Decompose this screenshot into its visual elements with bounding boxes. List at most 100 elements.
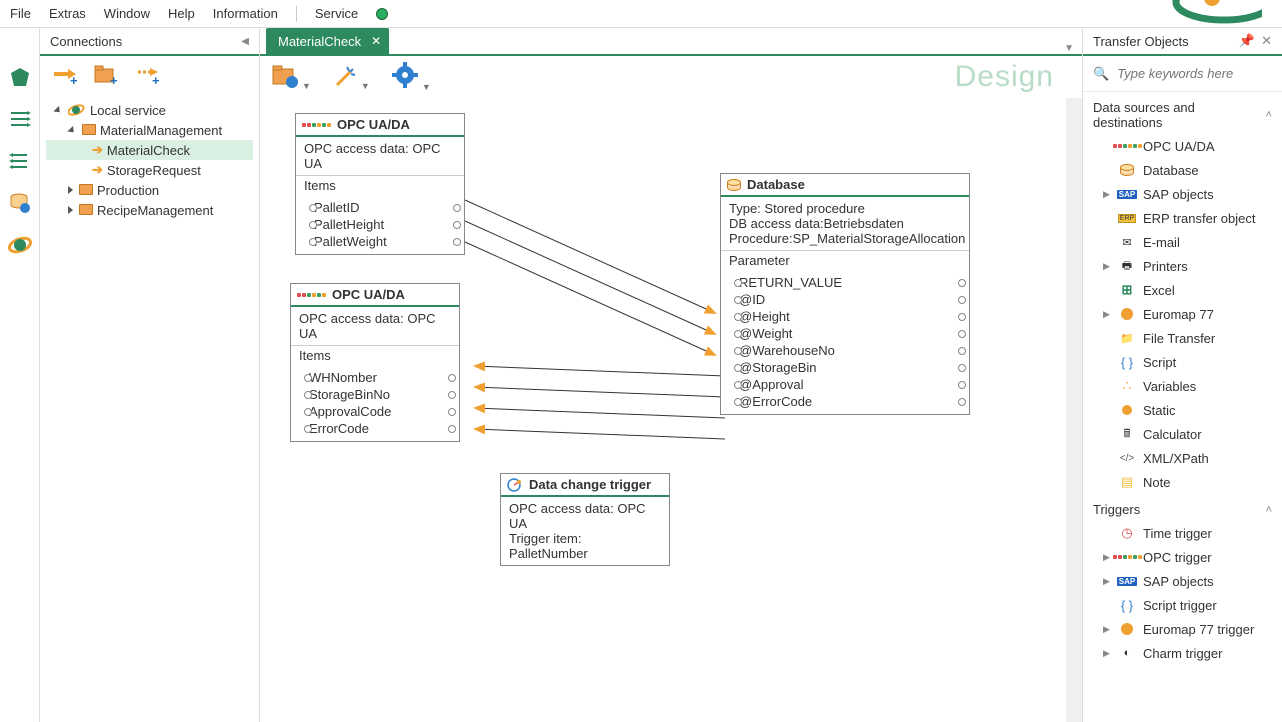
node-title: OPC UA/DA — [337, 117, 410, 132]
palette-item[interactable]: ▶SAPSAP objects — [1083, 569, 1282, 593]
brand-logo — [1152, 0, 1262, 28]
item-icon: ERP — [1119, 211, 1135, 225]
scrollbar-thumb[interactable] — [1068, 338, 1080, 398]
rail-flow2-icon[interactable] — [7, 148, 33, 174]
node-trigger[interactable]: Data change trigger OPC access data: OPC… — [500, 473, 670, 566]
palette-item[interactable]: ◷Time trigger — [1083, 521, 1282, 545]
section-triggers[interactable]: Triggers˄ — [1083, 494, 1282, 521]
palette-item[interactable]: ▶OPC trigger — [1083, 545, 1282, 569]
node-access: OPC access data: OPC UA — [299, 311, 436, 341]
rail-shield-icon[interactable] — [7, 64, 33, 90]
item-label: Script — [1143, 355, 1176, 370]
palette-item[interactable]: Database — [1083, 158, 1282, 182]
palette-item[interactable]: { }Script — [1083, 350, 1282, 374]
rail-flow-icon[interactable] — [7, 106, 33, 132]
tree-material-management[interactable]: MaterialManagement — [46, 120, 253, 140]
menu-help[interactable]: Help — [168, 6, 195, 21]
node-param[interactable]: @Height — [739, 309, 790, 324]
node-info: OPC access data: OPC UA — [509, 501, 661, 531]
search-input[interactable] — [1117, 66, 1282, 81]
palette-item[interactable]: { }Script trigger — [1083, 593, 1282, 617]
node-item[interactable]: ApprovalCode — [309, 404, 391, 419]
rail-globe-icon[interactable] — [7, 232, 33, 258]
palette-item[interactable]: Static — [1083, 398, 1282, 422]
rail-dbgear-icon[interactable] — [7, 190, 33, 216]
palette-item[interactable]: ∴Variables — [1083, 374, 1282, 398]
palette-item[interactable]: ▶Euromap 77 trigger — [1083, 617, 1282, 641]
panel-collapse-icon[interactable]: ◀ — [241, 36, 249, 47]
close-icon[interactable]: ✕ — [1261, 33, 1272, 49]
node-param[interactable]: @StorageBin — [739, 360, 817, 375]
connections-toolbar: + + + — [40, 56, 259, 96]
node-section: Parameter — [721, 250, 969, 270]
item-icon: ⊞ — [1119, 283, 1135, 297]
pin-icon[interactable]: 📌 — [1239, 33, 1255, 49]
item-label: SAP objects — [1143, 187, 1214, 202]
item-label: Note — [1143, 475, 1170, 490]
node-item[interactable]: PalletHeight — [314, 217, 384, 232]
node-param[interactable]: @WarehouseNo — [739, 343, 835, 358]
toolbar-gear-icon[interactable]: ▼ — [392, 62, 431, 93]
item-icon — [1119, 139, 1135, 153]
tab-close-icon[interactable]: ✕ — [371, 34, 381, 48]
item-icon — [1119, 550, 1135, 564]
tab-list-dropdown-icon[interactable]: ▼ — [1064, 43, 1074, 54]
toolbar-add-connection[interactable]: + — [52, 64, 78, 89]
menu-service[interactable]: Service — [315, 6, 358, 21]
design-canvas[interactable]: OPC UA/DA OPC access data: OPC UA Items … — [260, 98, 1082, 722]
node-param[interactable]: @ErrorCode — [739, 394, 812, 409]
item-label: Calculator — [1143, 427, 1202, 442]
menu-file[interactable]: File — [10, 6, 31, 21]
node-item[interactable]: PalletID — [314, 200, 360, 215]
palette-item[interactable]: ▶◐Charm trigger — [1083, 641, 1282, 665]
node-item[interactable]: PalletWeight — [314, 234, 387, 249]
folder-icon — [79, 204, 93, 215]
chevron-up-icon: ˄ — [1266, 109, 1272, 121]
node-item[interactable]: WHNomber — [309, 370, 377, 385]
tab-material-check[interactable]: MaterialCheck ✕ — [266, 28, 389, 54]
tree-production[interactable]: Production — [46, 180, 253, 200]
item-icon: </> — [1119, 451, 1135, 465]
palette-item[interactable]: ERPERP transfer object — [1083, 206, 1282, 230]
palette-item[interactable]: ⊞Excel — [1083, 278, 1282, 302]
palette-item[interactable]: 📁File Transfer — [1083, 326, 1282, 350]
node-opc1[interactable]: OPC UA/DA OPC access data: OPC UA Items … — [295, 113, 465, 255]
toolbar-add-folder[interactable]: + — [94, 64, 120, 89]
palette-item[interactable]: OPC UA/DA — [1083, 134, 1282, 158]
toolbar-wand-icon[interactable]: ▼ — [333, 63, 370, 92]
tree-storage-request[interactable]: ➔StorageRequest — [46, 160, 253, 180]
connections-title: Connections — [50, 34, 122, 49]
node-item[interactable]: ErrorCode — [309, 421, 369, 436]
section-data-sources[interactable]: Data sources and destinations˄ — [1083, 92, 1282, 134]
palette-item[interactable]: </> XML/XPath — [1083, 446, 1282, 470]
node-param[interactable]: @Approval — [739, 377, 804, 392]
item-label: OPC trigger — [1143, 550, 1212, 565]
service-status-icon — [376, 8, 388, 20]
palette-item[interactable]: 🖩Calculator — [1083, 422, 1282, 446]
tree-root[interactable]: Local service — [46, 100, 253, 120]
menu-bar: File Extras Window Help Information Serv… — [0, 0, 1282, 28]
item-label: Charm trigger — [1143, 646, 1222, 661]
item-label: E-mail — [1143, 235, 1180, 250]
item-label: XML/XPath — [1143, 451, 1209, 466]
menu-window[interactable]: Window — [104, 6, 150, 21]
toolbar-folder-gear-icon[interactable]: ▼ — [272, 63, 311, 92]
tree-material-check[interactable]: ➔MaterialCheck — [46, 140, 253, 160]
node-param[interactable]: @Weight — [739, 326, 792, 341]
palette-item[interactable]: ▶SAPSAP objects — [1083, 182, 1282, 206]
palette-item[interactable]: ✉E-mail — [1083, 230, 1282, 254]
menu-extras[interactable]: Extras — [49, 6, 86, 21]
node-param[interactable]: @ID — [739, 292, 765, 307]
menu-information[interactable]: Information — [213, 6, 278, 21]
toolbar-add-link[interactable]: + — [136, 64, 162, 89]
tree-recipe-management[interactable]: RecipeManagement — [46, 200, 253, 220]
node-opc2[interactable]: OPC UA/DA OPC access data: OPC UA Items … — [290, 283, 460, 442]
item-icon: { } — [1119, 598, 1135, 612]
palette-item[interactable]: ▶🖶Printers — [1083, 254, 1282, 278]
node-param[interactable]: RETURN_VALUE — [739, 275, 842, 290]
node-database[interactable]: Database Type: Stored procedure DB acces… — [720, 173, 970, 415]
palette-item[interactable]: ▶Euromap 77 — [1083, 302, 1282, 326]
palette-item[interactable]: ▤Note — [1083, 470, 1282, 494]
chevron-up-icon: ˄ — [1266, 504, 1272, 516]
node-item[interactable]: StorageBinNo — [309, 387, 390, 402]
